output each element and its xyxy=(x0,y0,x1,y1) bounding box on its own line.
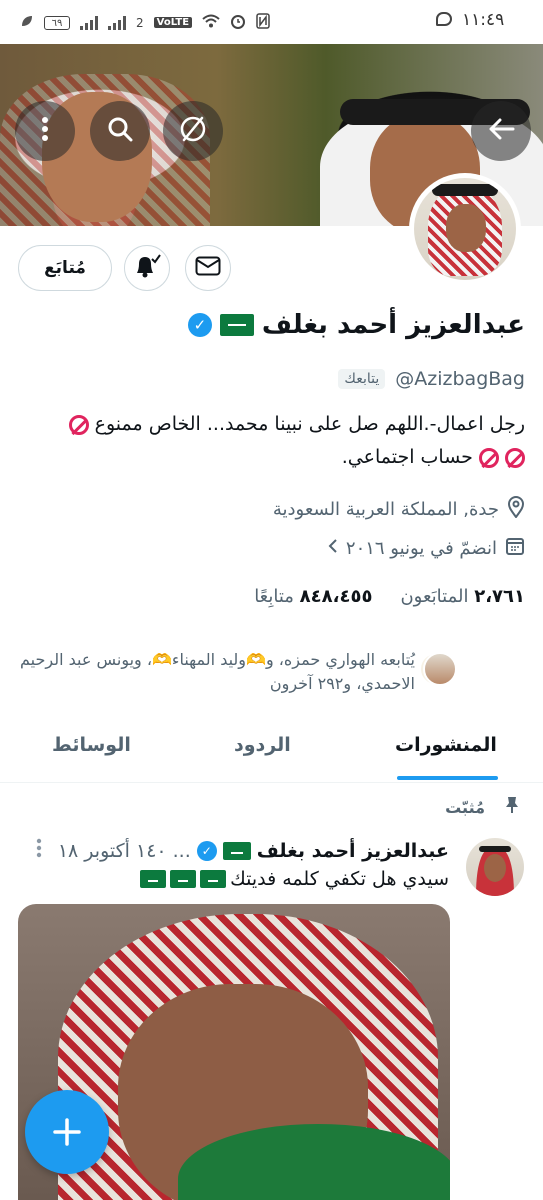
status-time: ١١:٤٩ xyxy=(462,10,505,30)
chevron-left-icon xyxy=(328,538,338,559)
saudi-flag-icon xyxy=(222,841,251,860)
pin-icon xyxy=(505,796,519,818)
sim-slot: 2 xyxy=(136,15,144,30)
pinned-label: مُثبّت xyxy=(445,797,485,817)
tab-media[interactable]: الوسائط xyxy=(52,734,131,756)
more-button[interactable] xyxy=(15,101,75,161)
battery-icon: ٦٩ xyxy=(44,15,70,30)
wifi-icon xyxy=(202,14,220,31)
joined-row[interactable]: انضمّ في يونيو ٢٠١٦ xyxy=(328,536,525,561)
saudi-flag-icon xyxy=(170,870,197,888)
leaf-icon xyxy=(20,14,34,31)
compose-button[interactable] xyxy=(25,1090,109,1174)
bell-icon xyxy=(133,253,161,283)
verified-badge-icon: ✓ xyxy=(196,840,217,861)
signal-icon-2 xyxy=(108,15,126,30)
message-button[interactable] xyxy=(185,245,231,291)
saudi-flag-icon xyxy=(200,870,227,888)
pinned-indicator: مُثبّت xyxy=(445,796,519,818)
explore-button[interactable] xyxy=(163,101,223,161)
plus-icon xyxy=(52,1107,82,1158)
tab-posts[interactable]: المنشورات xyxy=(395,734,497,756)
tweet-author-name[interactable]: عبدالعزيز أحمد بغلف xyxy=(257,840,449,862)
bio-line-2: حساب اجتماعي. xyxy=(341,446,473,468)
explore-icon xyxy=(178,114,208,148)
followed-by-avatars: WE CANDOING IT xyxy=(419,652,489,688)
tweet-header: عبدالعزيز أحمد بغلف ✓ ... ١٤٠ أكتوبر ١٨ xyxy=(36,838,449,863)
location-row: جدة, المملكة العربية السعودية xyxy=(273,496,525,523)
follower-avatar xyxy=(423,652,457,686)
prohibited-icon xyxy=(505,447,525,468)
back-arrow-icon xyxy=(487,117,515,145)
followers-count[interactable]: ٨٤٨،٤٥٥ متابِعًا xyxy=(254,586,372,607)
saudi-flag-icon xyxy=(219,314,254,336)
location-pin-icon xyxy=(507,496,525,523)
status-icons: ٦٩ 2 VoLTE xyxy=(20,13,270,32)
verified-badge-icon[interactable]: ✓ xyxy=(187,313,212,337)
notifications-button[interactable] xyxy=(124,245,170,291)
calendar-icon xyxy=(505,536,525,561)
user-handle: @AzizbagBag xyxy=(395,368,525,390)
prohibited-icon xyxy=(478,447,499,468)
tweet-text: سيدي هل تكفي كلمه فديتك xyxy=(230,868,449,890)
handle-row: يتابعك @AzizbagBag xyxy=(338,368,525,390)
chat-bubble-icon xyxy=(436,12,452,26)
follow-counts: ٢،٧٦١ المتابَعون ٨٤٨،٤٥٥ متابِعًا xyxy=(254,586,525,607)
signal-icon xyxy=(80,15,98,30)
profile-tabs: المنشورات الردود الوسائط xyxy=(0,718,543,783)
joined-text: انضمّ في يونيو ٢٠١٦ xyxy=(345,538,497,559)
avatar-agal xyxy=(432,184,498,196)
tweet-ellipsis: ... xyxy=(172,839,191,862)
status-bar: ٦٩ 2 VoLTE ١١:٤٩ xyxy=(0,0,543,44)
prohibited-icon xyxy=(68,414,89,435)
follows-you-badge: يتابعك xyxy=(338,369,386,389)
tweet-author-avatar[interactable] xyxy=(466,838,524,896)
display-name-row: عبدالعزيز أحمد بغلف ✓ xyxy=(187,310,525,340)
profile-avatar[interactable] xyxy=(409,173,521,285)
tab-replies[interactable]: الردود xyxy=(234,734,291,756)
following-button[interactable]: مُتابَع xyxy=(18,245,112,291)
alarm-icon xyxy=(230,13,246,32)
display-name: عبدالعزيز أحمد بغلف xyxy=(261,310,525,340)
tweet-more-icon[interactable] xyxy=(36,838,42,863)
search-button[interactable] xyxy=(90,101,150,161)
profile-bio: رجل اعمال-.اللهم صل على نبينا محمد... ال… xyxy=(15,408,525,474)
nfc-icon xyxy=(256,13,270,32)
active-tab-indicator xyxy=(397,776,498,780)
tweet-text-row: سيدي هل تكفي كلمه فديتك xyxy=(140,868,449,890)
mail-icon xyxy=(195,256,221,280)
following-count[interactable]: ٢،٧٦١ المتابَعون xyxy=(400,586,525,607)
avatar-face xyxy=(446,204,486,252)
back-button[interactable] xyxy=(471,101,531,161)
location-text: جدة, المملكة العربية السعودية xyxy=(272,499,499,520)
search-icon xyxy=(106,115,134,147)
saudi-flag-icon xyxy=(140,870,167,888)
bio-line-1: رجل اعمال-.اللهم صل على نبينا محمد... ال… xyxy=(94,413,525,435)
followed-by-text[interactable]: يُتابعه الهواري حمزه، و🫶وليد المهناء🫶، و… xyxy=(15,648,415,696)
volte-badge: VoLTE xyxy=(153,17,193,28)
tweet-date: ١٤٠ أكتوبر ١٨ xyxy=(57,839,167,862)
more-vertical-icon xyxy=(41,116,49,146)
